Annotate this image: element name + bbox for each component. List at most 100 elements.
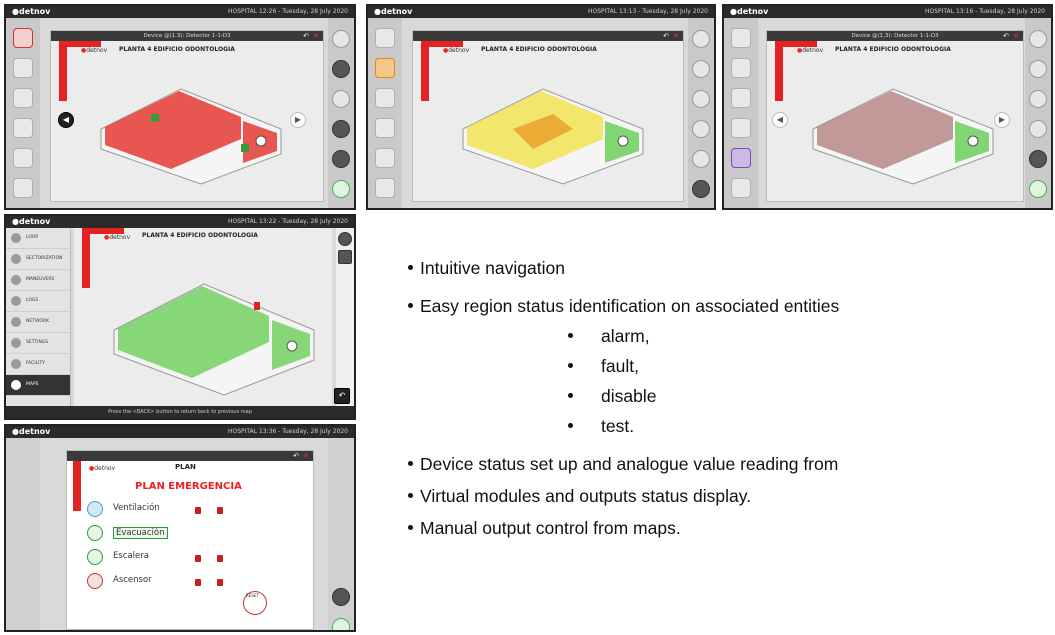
down-icon[interactable] [692,90,710,108]
alarm-button[interactable] [731,28,751,48]
double-up-icon[interactable] [692,120,710,138]
t-button[interactable] [13,178,33,198]
screenshot-maps-menu: ●detnov HOSPITAL 13:22 - Tuesday, 28 Jul… [4,214,356,420]
header-status: HOSPITAL 12:26 - Tuesday, 28 July 2020 [228,8,348,15]
feature-item: Intuitive navigation [408,258,565,279]
up-icon[interactable] [1029,60,1047,78]
back-icon[interactable]: ↶ [334,388,350,404]
lock-icon[interactable] [1029,30,1047,48]
t-button[interactable] [731,178,751,198]
up-icon[interactable] [692,60,710,78]
evacuation-icon [87,525,103,541]
next-map-icon[interactable]: ▶ [290,112,306,128]
disable-button[interactable] [375,88,395,108]
brand-bar [59,41,67,101]
map-pin-icon[interactable] [338,232,352,246]
map-pin-icon[interactable] [332,588,350,606]
green-action-icon[interactable] [1029,180,1047,198]
brand-logo: ●detnov [12,217,51,226]
brand-bar [775,41,783,101]
bullet-icon [408,302,413,308]
menu-item-loop[interactable]: LOOP [6,228,70,249]
back-icon[interactable]: ↶ [293,451,299,461]
d-button[interactable] [731,148,751,168]
stairs-icon [87,549,103,565]
maneuvers-icon [11,275,21,285]
feature-item: Manual output control from maps. [408,518,681,539]
fault-button[interactable] [13,58,33,78]
d-button[interactable] [13,148,33,168]
close-icon[interactable]: ✕ [303,451,309,461]
bullet-icon [408,492,413,498]
device-title: Device @(1.3): Detector 1-1-D3 [767,31,1023,41]
plan-panel: ↶ ✕ ●detnov PLAN PLAN EMERGENCIA Ventila… [66,450,314,630]
menu-item-network[interactable]: NETWORK [6,312,70,333]
reset-button[interactable]: RESET [243,591,267,615]
floor-plan-normal[interactable] [104,250,324,400]
screenshot-fault: ●detnov HOSPITAL 13:13 - Tuesday, 28 Jul… [366,4,716,210]
t-button[interactable] [375,178,395,198]
green-action-icon[interactable] [332,618,350,630]
plan-titlebar [67,451,313,461]
info-icon[interactable] [692,150,710,168]
down-icon[interactable] [1029,90,1047,108]
floor-plan-fault[interactable] [453,59,653,189]
status-red-indicator [195,507,201,514]
close-icon[interactable]: ✕ [673,31,679,41]
row-evacuacion[interactable]: Evacuación [113,527,168,539]
lock-icon[interactable] [332,30,350,48]
green-action-icon[interactable] [332,180,350,198]
row-escalera[interactable]: Escalera [113,551,149,561]
menu-item-logs[interactable]: LOGS [6,291,70,312]
reset-label: RESET [246,593,259,598]
map-pin-icon[interactable] [332,150,350,168]
fault-button[interactable] [375,58,395,78]
map-title: PLANTA 4 EDIFICIO ODONTOLOGIA [142,232,258,239]
alarm-button[interactable] [375,28,395,48]
next-map-icon[interactable]: ▶ [994,112,1010,128]
layers-icon[interactable] [338,250,352,264]
down-icon[interactable] [332,90,350,108]
brand-logo: ●detnov [374,7,413,16]
map-title: PLANTA 4 EDIFICIO ODONTOLOGIA [119,46,235,53]
back-icon[interactable]: ↶ [303,31,309,41]
plan-title: PLAN EMERGENCIA [135,481,242,492]
settings-button[interactable] [13,118,33,138]
menu-item-maps[interactable]: MAPS [6,375,70,396]
menu-item-settings[interactable]: SETTINGS [6,333,70,354]
map-pin-icon[interactable] [692,180,710,198]
bullet-icon [568,392,573,398]
feature-sub-item: test. [568,416,634,437]
close-icon[interactable]: ✕ [313,31,319,41]
fault-button[interactable] [731,58,751,78]
settings-button[interactable] [731,118,751,138]
back-icon[interactable]: ↶ [663,31,669,41]
floor-plan-disable[interactable] [803,59,1003,189]
header-status: HOSPITAL 13:36 - Tuesday, 28 July 2020 [228,428,348,435]
map-panel: Device @(1.3): Detector 1-1-D3 ↶ ✕ ●detn… [766,30,1024,202]
floor-plan-alarm[interactable] [91,59,291,189]
menu-item-sectorization[interactable]: SECTORIZATION [6,249,70,270]
back-icon[interactable]: ↶ [1003,31,1009,41]
row-ascensor[interactable]: Ascensor [113,575,152,585]
lock-icon[interactable] [692,30,710,48]
disable-button[interactable] [13,88,33,108]
map-title: PLANTA 4 EDIFICIO ODONTOLOGIA [481,46,597,53]
brand-logo: ●detnov [12,7,51,16]
up-icon[interactable] [332,60,350,78]
map-pin-icon[interactable] [1029,150,1047,168]
row-ventilacion[interactable]: Ventilación [113,503,160,513]
bullet-icon [408,524,413,530]
double-up-icon[interactable] [332,120,350,138]
fan-icon [87,501,103,517]
prev-map-icon[interactable]: ◀ [772,112,788,128]
disable-button[interactable] [731,88,751,108]
close-icon[interactable]: ✕ [1013,31,1019,41]
menu-item-maneuvers[interactable]: MANEUVERS [6,270,70,291]
prev-map-icon[interactable]: ◀ [58,112,74,128]
settings-button[interactable] [375,118,395,138]
menu-item-facility[interactable]: FACILITY [6,354,70,375]
alarm-button[interactable] [13,28,33,48]
d-button[interactable] [375,148,395,168]
double-up-icon[interactable] [1029,120,1047,138]
